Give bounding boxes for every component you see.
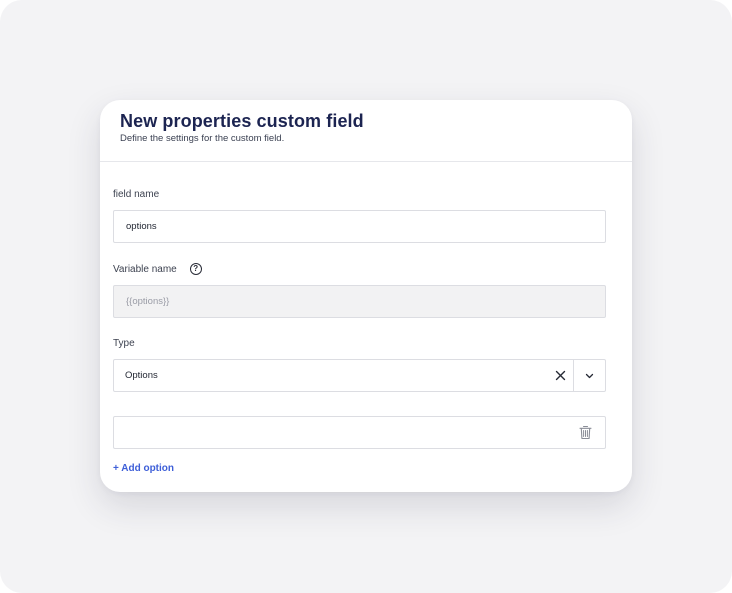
option-input[interactable] — [114, 417, 565, 448]
variable-name-label-row: Variable name ? — [113, 263, 202, 275]
type-label: Type — [113, 338, 135, 349]
field-name-label: field name — [113, 189, 160, 200]
dialog-header: New properties custom field Define the s… — [100, 100, 632, 162]
variable-name-label: Variable name — [113, 263, 177, 275]
custom-field-dialog: New properties custom field Define the s… — [100, 100, 632, 492]
dialog-subtitle: Define the settings for the custom field… — [120, 133, 285, 144]
close-icon[interactable] — [547, 360, 573, 391]
field-name-input[interactable] — [113, 210, 606, 243]
question-circle-icon[interactable]: ? — [189, 263, 202, 275]
trash-icon[interactable] — [565, 417, 605, 448]
variable-name-input — [113, 285, 606, 318]
dialog-title: New properties custom field — [120, 111, 364, 131]
option-row — [113, 416, 606, 449]
type-select[interactable]: Options — [113, 359, 606, 392]
chevron-down-icon[interactable] — [574, 360, 605, 391]
type-select-value[interactable]: Options — [114, 370, 547, 381]
add-option-link[interactable]: + Add option — [113, 463, 174, 474]
